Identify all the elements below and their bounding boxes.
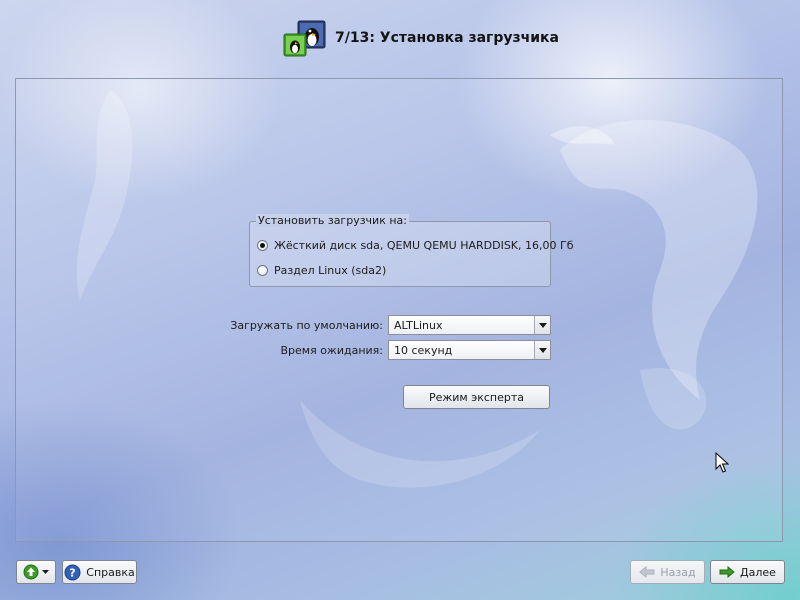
expert-mode-button[interactable]: Режим эксперта (403, 385, 550, 409)
chevron-down-icon (42, 569, 49, 574)
menu-button[interactable] (16, 560, 56, 584)
timeout-select[interactable]: 10 секунд (388, 340, 551, 360)
default-boot-select[interactable]: ALTLinux (388, 315, 551, 335)
back-button-label: Назад (660, 565, 696, 579)
radio-button-checked[interactable] (257, 239, 268, 251)
page-title: 7/13: Установка загрузчика (335, 30, 559, 46)
chevron-down-icon[interactable] (534, 316, 550, 334)
content-frame (15, 78, 783, 542)
green-circle-arrow-icon (23, 564, 39, 580)
penguin-logo-icon (283, 20, 326, 57)
arrow-left-icon (639, 566, 655, 578)
expert-mode-button-label: Режим эксперта (428, 390, 525, 404)
next-button[interactable]: Далее (710, 560, 785, 584)
question-mark-icon: ? (64, 564, 81, 581)
timeout-value: 10 секунд (394, 343, 453, 357)
radio-option-label: Раздел Linux (sda2) (274, 263, 387, 277)
back-button[interactable]: Назад (630, 560, 705, 584)
timeout-label: Время ожидания: (280, 344, 383, 357)
radio-button-unchecked[interactable] (257, 264, 268, 276)
help-button[interactable]: ? Справка (62, 560, 137, 584)
header: 7/13: Установка загрузчика (0, 0, 800, 76)
default-boot-value: ALTLinux (394, 318, 443, 332)
help-button-label: Справка (86, 565, 135, 579)
radio-option-harddisk[interactable]: Жёсткий диск sda, QEMU QEMU HARDDISK, 16… (257, 237, 574, 253)
default-boot-label: Загружать по умолчанию: (230, 319, 383, 332)
green-arrow-right-icon (719, 566, 735, 578)
radio-option-label: Жёсткий диск sda, QEMU QEMU HARDDISK, 16… (274, 238, 574, 252)
svg-text:?: ? (70, 566, 76, 579)
next-button-label: Далее (740, 565, 776, 579)
radio-option-partition[interactable]: Раздел Linux (sda2) (257, 262, 386, 278)
bootloader-target-group-title: Установить загрузчик на: (256, 214, 409, 227)
chevron-down-icon[interactable] (534, 341, 550, 359)
mouse-pointer-icon (715, 452, 729, 473)
